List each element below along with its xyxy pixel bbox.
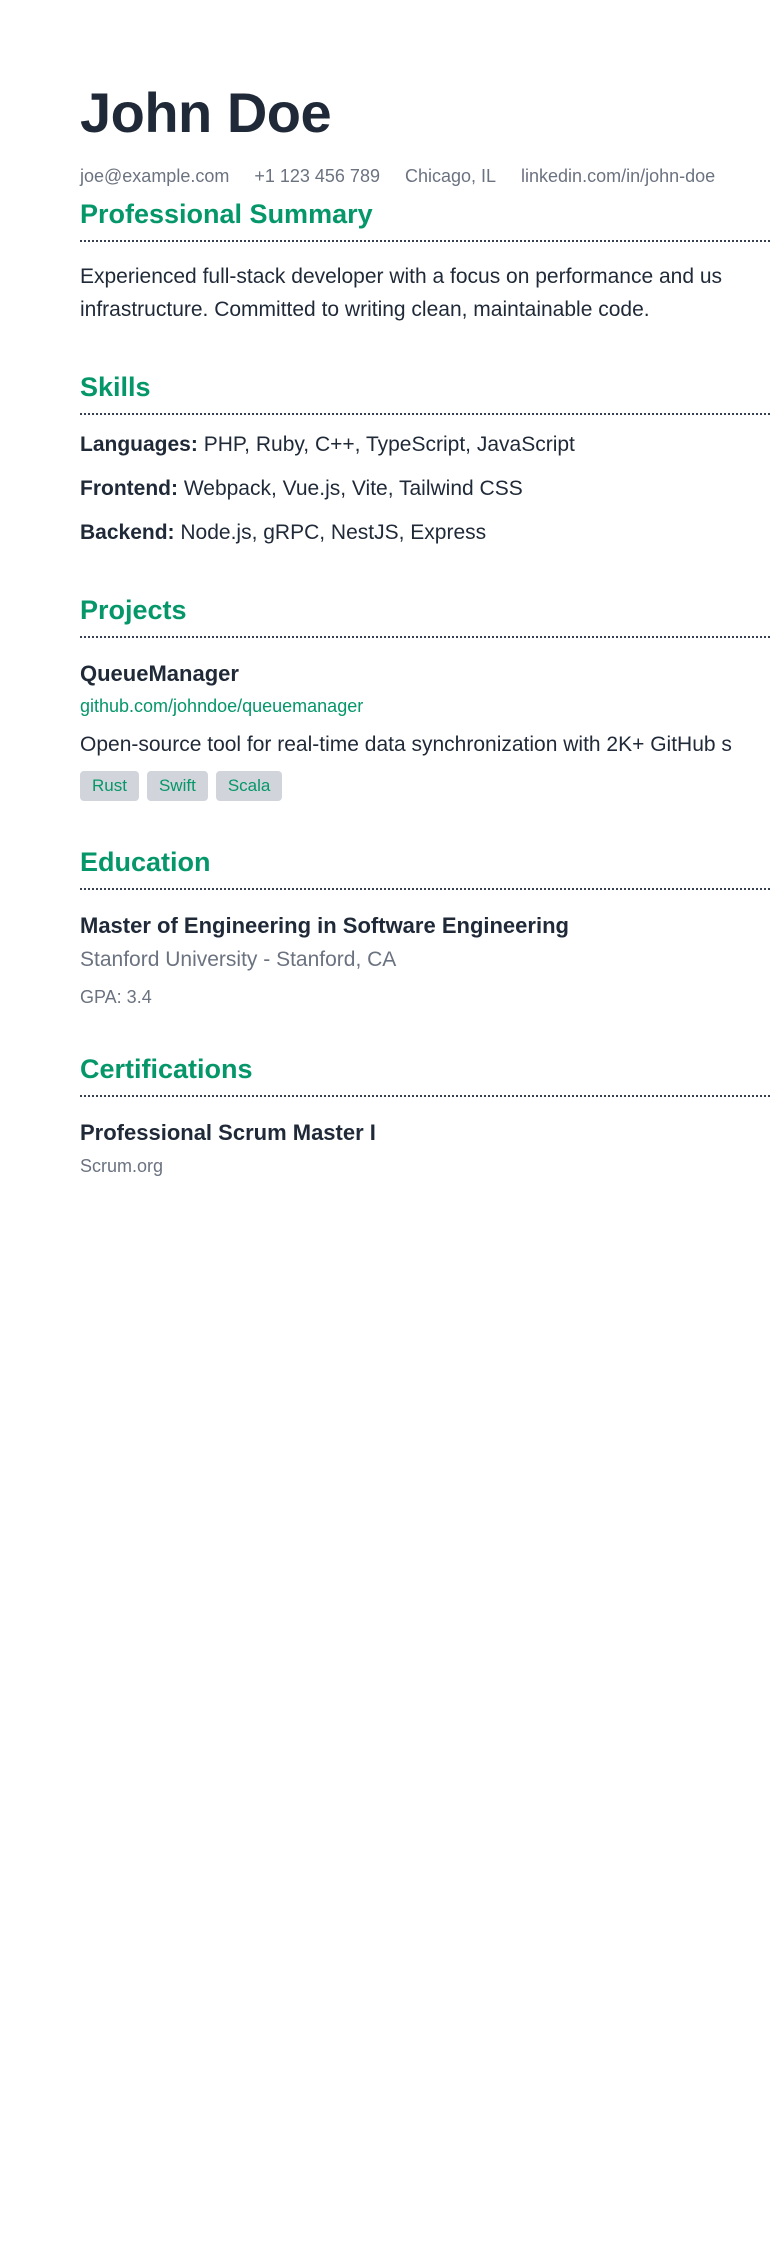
- skill-row-languages: Languages: PHP, Ruby, C++, TypeScript, J…: [80, 431, 770, 459]
- contact-linkedin[interactable]: linkedin.com/in/john-doe: [521, 165, 715, 187]
- contact-email[interactable]: joe@example.com: [80, 165, 229, 187]
- section-divider: [80, 888, 770, 890]
- summary-title: Professional Summary: [80, 199, 373, 229]
- education-section: Education Master of Engineering in Softw…: [80, 845, 770, 1008]
- projects-section: Projects QueueManager github.com/johndoe…: [80, 593, 770, 801]
- education-title: Education: [80, 847, 211, 877]
- skills-section: Skills Languages: PHP, Ruby, C++, TypeSc…: [80, 370, 770, 547]
- skill-row-backend: Backend: Node.js, gRPC, NestJS, Express: [80, 519, 770, 547]
- skill-row-frontend: Frontend: Webpack, Vue.js, Vite, Tailwin…: [80, 475, 770, 503]
- section-divider: [80, 636, 770, 638]
- section-divider: [80, 413, 770, 415]
- project-link[interactable]: github.com/johndoe/queuemanager: [80, 695, 770, 717]
- resume: John Doe joe@example.com +1 123 456 789 …: [80, 78, 770, 1177]
- resume-name: John Doe: [80, 81, 332, 144]
- skill-label: Frontend:: [80, 477, 178, 500]
- skill-value: Webpack, Vue.js, Vite, Tailwind CSS: [183, 477, 523, 500]
- certifications-title: Certifications: [80, 1054, 253, 1084]
- project-tags: Rust Swift Scala: [80, 771, 770, 801]
- education-degree: Master of Engineering in Software Engine…: [80, 913, 569, 938]
- section-divider: [80, 1095, 770, 1097]
- tag: Swift: [146, 771, 208, 801]
- skills-title: Skills: [80, 372, 151, 402]
- tag: Rust: [80, 771, 139, 801]
- skill-value: Node.js, gRPC, NestJS, Express: [180, 521, 487, 544]
- education-school: Stanford University - Stanford, CA: [80, 948, 397, 971]
- summary-text: Experienced full-stack developer with a …: [80, 260, 770, 326]
- education-gpa: GPA: 3.4: [80, 987, 152, 1007]
- tag: Scala: [215, 771, 283, 801]
- summary-section: Professional Summary Experienced full-st…: [80, 197, 770, 326]
- skill-value: PHP, Ruby, C++, TypeScript, JavaScript: [203, 433, 575, 456]
- contact-phone[interactable]: +1 123 456 789: [254, 165, 380, 187]
- skill-label: Backend:: [80, 521, 175, 544]
- summary-line: infrastructure. Committed to writing cle…: [80, 298, 650, 321]
- project-description: Open-source tool for real-time data sync…: [80, 733, 732, 756]
- project-name: QueueManager: [80, 661, 239, 686]
- skill-label: Languages:: [80, 433, 198, 456]
- contact-info: joe@example.com +1 123 456 789 Chicago, …: [80, 165, 770, 187]
- projects-title: Projects: [80, 595, 187, 625]
- certification-name: Professional Scrum Master I: [80, 1120, 376, 1145]
- certification-issuer: Scrum.org: [80, 1156, 164, 1176]
- section-divider: [80, 240, 770, 242]
- certifications-section: Certifications Professional Scrum Master…: [80, 1052, 770, 1177]
- contact-location: Chicago, IL: [404, 166, 497, 186]
- summary-line: Experienced full-stack developer with a …: [80, 265, 723, 288]
